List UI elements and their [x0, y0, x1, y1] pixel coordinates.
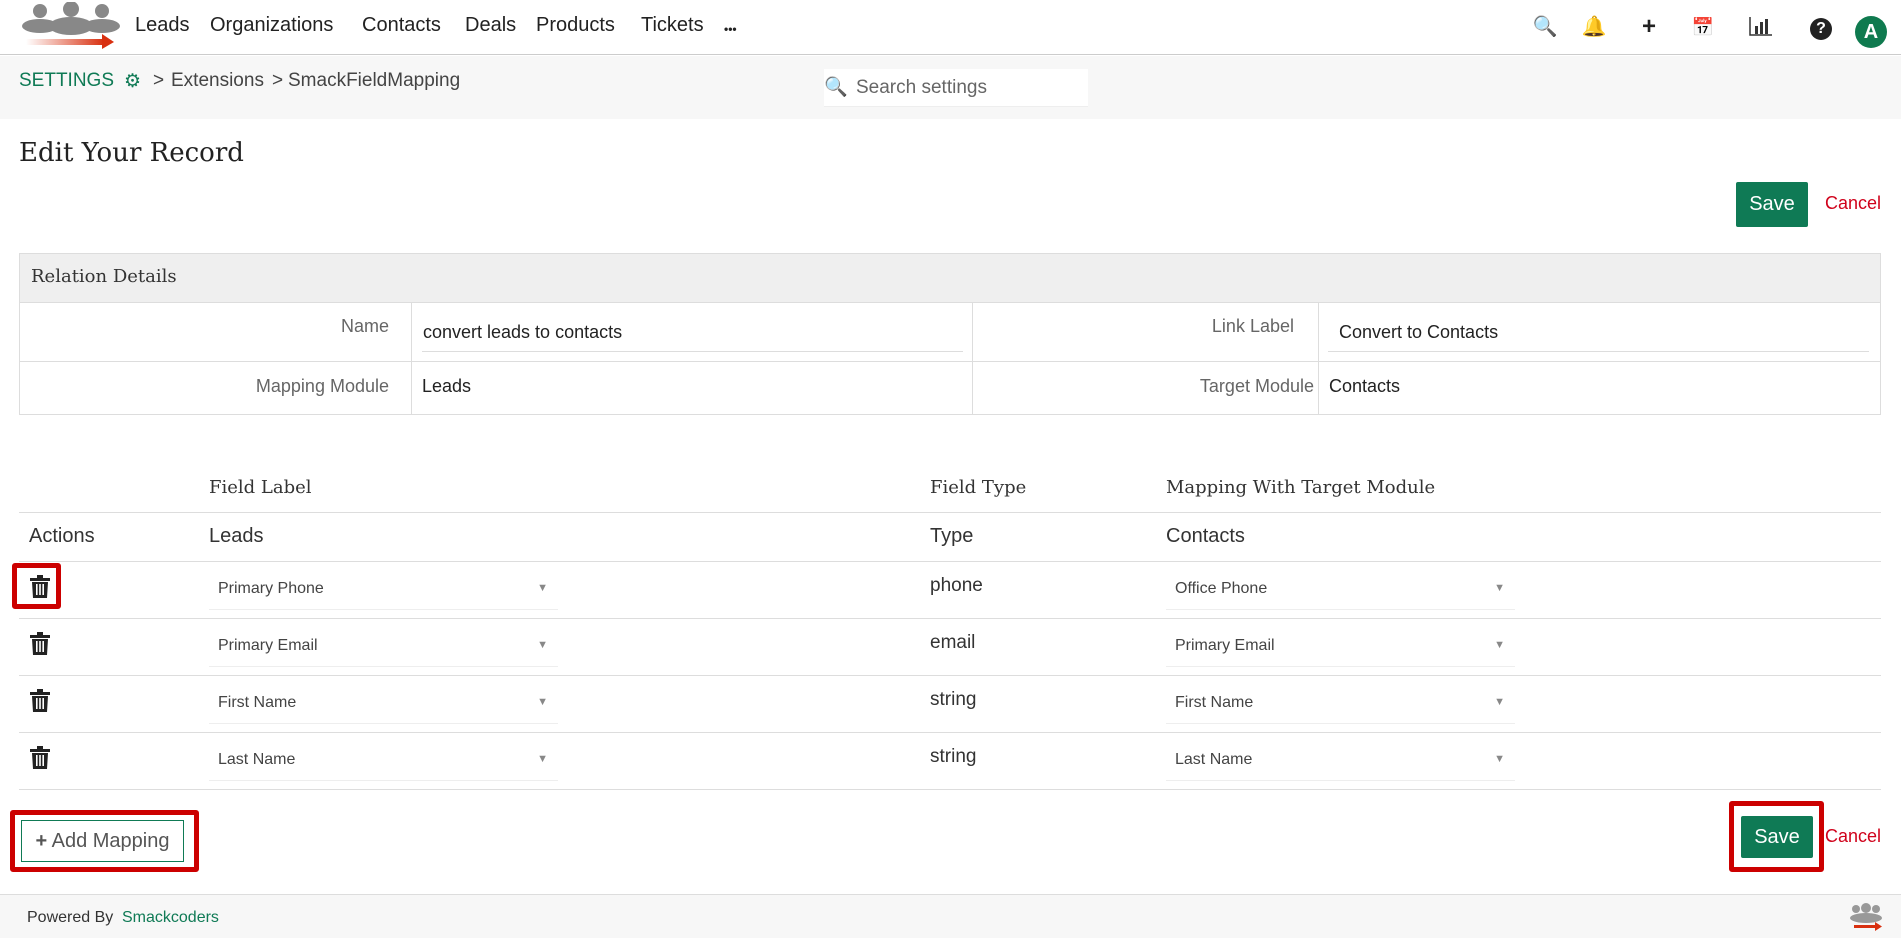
bell-icon[interactable]: 🔔 [1581, 14, 1607, 40]
nav-products[interactable]: Products [536, 14, 615, 37]
relation-details-header: Relation Details [20, 254, 1880, 303]
mapping-module-value: Leads [422, 376, 471, 397]
target-field-value: Last Name [1175, 751, 1252, 769]
footer-logo [1848, 903, 1884, 931]
breadcrumb-separator: > [272, 70, 283, 92]
powered-by-text: Powered By [27, 909, 113, 927]
dropdown-arrow-icon: ▼ [537, 753, 548, 765]
dropdown-arrow-icon: ▼ [1494, 696, 1505, 708]
trash-icon[interactable] [29, 689, 51, 713]
dropdown-arrow-icon: ▼ [537, 639, 548, 651]
source-field-select[interactable]: Last Name ▼ [209, 739, 558, 781]
dropdown-arrow-icon: ▼ [1494, 753, 1505, 765]
breadcrumb-extensions[interactable]: Extensions [171, 70, 264, 92]
add-mapping-label: Add Mapping [52, 830, 170, 852]
field-label-header: Field Label [209, 477, 312, 498]
breadcrumb-separator: > [153, 70, 164, 92]
target-field-select[interactable]: Office Phone ▼ [1166, 568, 1515, 610]
nav-tickets[interactable]: Tickets [641, 14, 704, 37]
target-field-value: Office Phone [1175, 580, 1267, 598]
cancel-link-bottom[interactable]: Cancel [1825, 826, 1881, 847]
relation-details-title: Relation Details [31, 266, 177, 287]
help-icon[interactable]: ? [1810, 18, 1832, 40]
more-menu-icon[interactable]: ••• [724, 22, 737, 36]
top-navbar: Leads Organizations Contacts Deals Produ… [0, 0, 1901, 55]
nav-leads[interactable]: Leads [135, 14, 190, 37]
highlight-box [12, 563, 61, 609]
dropdown-arrow-icon: ▼ [1494, 639, 1505, 651]
search-icon[interactable]: 🔍 [1532, 14, 1558, 40]
target-field-select[interactable]: First Name ▼ [1166, 682, 1515, 724]
plus-icon[interactable]: + [1636, 14, 1662, 40]
source-field-value: Primary Email [218, 637, 318, 655]
search-placeholder: Search settings [856, 77, 987, 99]
calendar-icon[interactable]: 📅 [1690, 14, 1716, 40]
row-divider [19, 789, 1881, 790]
source-field-select[interactable]: First Name ▼ [209, 682, 558, 724]
row-divider [19, 675, 1881, 676]
save-button-top[interactable]: Save [1736, 182, 1808, 227]
row-divider [19, 732, 1881, 733]
dropdown-arrow-icon: ▼ [537, 696, 548, 708]
field-type-value: phone [930, 575, 983, 597]
footer: Powered By Smackcoders [0, 894, 1901, 938]
name-input[interactable]: convert leads to contacts [423, 322, 622, 343]
app-logo[interactable] [18, 2, 124, 50]
target-field-select[interactable]: Last Name ▼ [1166, 739, 1515, 781]
add-mapping-button[interactable]: + Add Mapping [21, 820, 184, 862]
name-label: Name [20, 316, 389, 337]
contacts-header: Contacts [1166, 525, 1245, 548]
source-field-select[interactable]: Primary Email ▼ [209, 625, 558, 667]
cancel-link-top[interactable]: Cancel [1825, 193, 1881, 214]
trash-icon[interactable] [29, 746, 51, 770]
target-module-value: Contacts [1329, 376, 1400, 397]
link-label-label: Link Label [980, 316, 1294, 337]
page-title: Edit Your Record [19, 138, 244, 168]
mapping-target-header: Mapping With Target Module [1166, 477, 1435, 498]
row-divider [19, 618, 1881, 619]
source-field-value: First Name [218, 694, 296, 712]
target-field-value: Primary Email [1175, 637, 1275, 655]
dropdown-arrow-icon: ▼ [537, 582, 548, 594]
field-type-value: string [930, 689, 976, 711]
link-label-input[interactable]: Convert to Contacts [1339, 322, 1498, 343]
field-type-value: string [930, 746, 976, 768]
source-field-value: Last Name [218, 751, 295, 769]
nav-deals[interactable]: Deals [465, 14, 516, 37]
leads-header: Leads [209, 525, 264, 548]
target-field-value: First Name [1175, 694, 1253, 712]
user-avatar[interactable]: A [1855, 16, 1887, 48]
plus-icon: + [35, 830, 47, 852]
target-field-select[interactable]: Primary Email ▼ [1166, 625, 1515, 667]
nav-organizations[interactable]: Organizations [210, 14, 333, 37]
bar-chart-icon[interactable] [1749, 16, 1773, 36]
relation-details-panel: Relation Details Name convert leads to c… [19, 253, 1881, 415]
dropdown-arrow-icon: ▼ [1494, 582, 1505, 594]
save-button-bottom[interactable]: Save [1741, 816, 1813, 858]
nav-contacts[interactable]: Contacts [362, 14, 441, 37]
breadcrumb-current: SmackFieldMapping [288, 70, 460, 92]
actions-header: Actions [29, 525, 95, 548]
mapping-module-label: Mapping Module [20, 376, 389, 397]
field-type-header: Field Type [930, 477, 1026, 498]
field-type-value: email [930, 632, 975, 654]
row-divider [19, 561, 1881, 562]
type-header: Type [930, 525, 973, 548]
smackcoders-link[interactable]: Smackcoders [122, 909, 219, 927]
trash-icon[interactable] [29, 632, 51, 656]
gears-icon: ⚙ [124, 70, 141, 93]
source-field-value: Primary Phone [218, 580, 324, 598]
breadcrumb-settings[interactable]: SETTINGS [19, 70, 114, 92]
search-icon: 🔍 [824, 75, 848, 99]
source-field-select[interactable]: Primary Phone ▼ [209, 568, 558, 610]
search-settings-input[interactable]: 🔍 Search settings [824, 69, 1088, 107]
target-module-label: Target Module [980, 376, 1314, 397]
